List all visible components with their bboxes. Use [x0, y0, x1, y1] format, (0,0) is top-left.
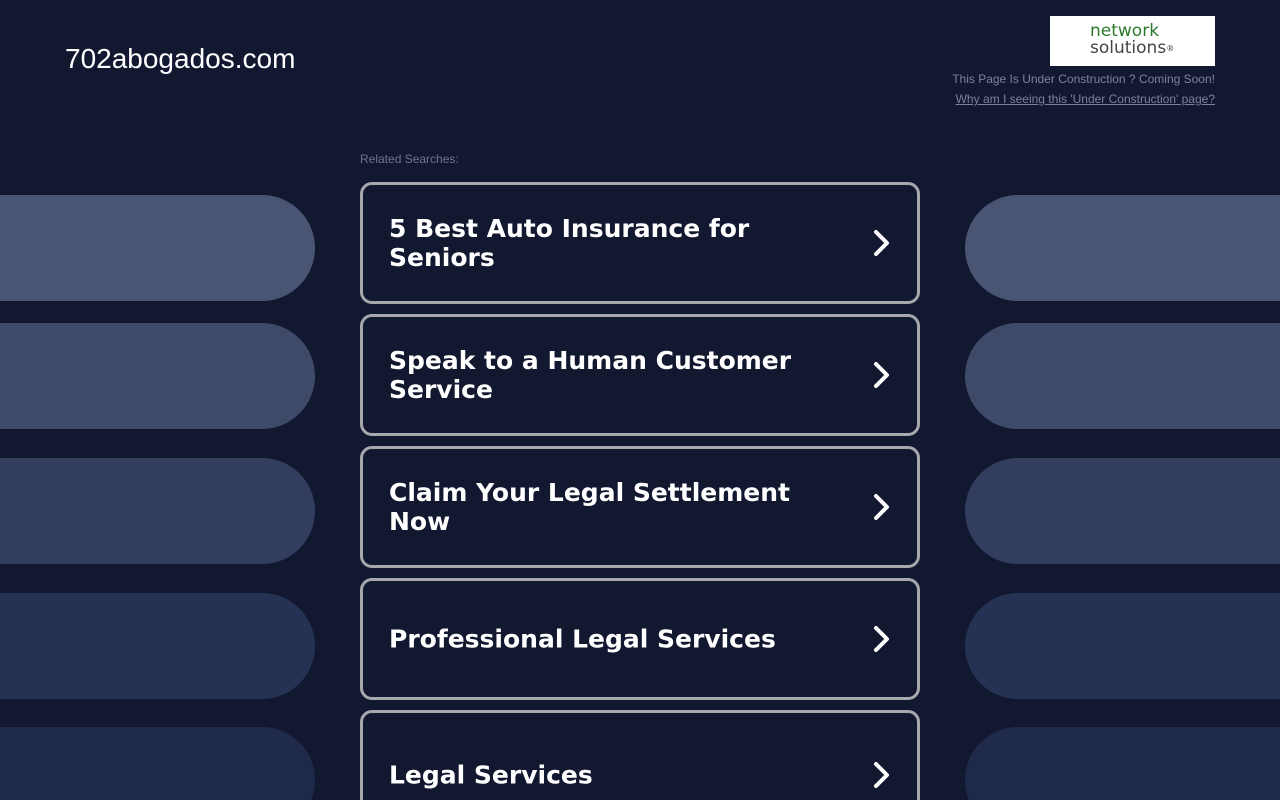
decorative-pill [965, 195, 1280, 301]
related-search-result[interactable]: Claim Your Legal Settlement Now [360, 446, 920, 568]
decorative-pill [0, 593, 315, 699]
parked-domain-page: 702abogados.com network solutions® This … [0, 0, 1280, 800]
result-label: 5 Best Auto Insurance for Seniors [389, 214, 750, 272]
related-search-result[interactable]: Professional Legal Services [360, 578, 920, 700]
registered-mark: ® [1166, 44, 1175, 53]
decorative-pill [965, 323, 1280, 429]
related-searches-label: Related Searches: [360, 152, 459, 166]
logo-line-2: solutions® [1090, 40, 1215, 57]
decorative-pill [0, 195, 315, 301]
domain-title: 702abogados.com [65, 43, 296, 74]
result-label: Speak to a Human Customer Service [389, 346, 792, 404]
decorative-pill [965, 593, 1280, 699]
related-search-result[interactable]: Legal Services [360, 710, 920, 800]
chevron-right-icon [874, 494, 889, 520]
decorative-pill [965, 727, 1280, 800]
decorative-pill [0, 458, 315, 564]
logo-line-2-text: solutions [1090, 38, 1167, 58]
decorative-pill [965, 458, 1280, 564]
chevron-right-icon [874, 362, 889, 388]
decorative-pill [0, 323, 315, 429]
chevron-right-icon [874, 626, 889, 652]
network-solutions-logo[interactable]: network solutions® [1050, 16, 1215, 66]
related-search-result[interactable]: Speak to a Human Customer Service [360, 314, 920, 436]
related-search-result[interactable]: 5 Best Auto Insurance for Seniors [360, 182, 920, 304]
why-under-construction-link[interactable]: Why am I seeing this 'Under Construction… [956, 92, 1215, 106]
result-label: Professional Legal Services [389, 624, 776, 654]
result-label: Legal Services [389, 760, 593, 790]
result-label: Claim Your Legal Settlement Now [389, 478, 790, 536]
decorative-pill [0, 727, 315, 800]
under-construction-text: This Page Is Under Construction ? Coming… [952, 72, 1215, 86]
chevron-right-icon [874, 762, 889, 788]
chevron-right-icon [874, 230, 889, 256]
